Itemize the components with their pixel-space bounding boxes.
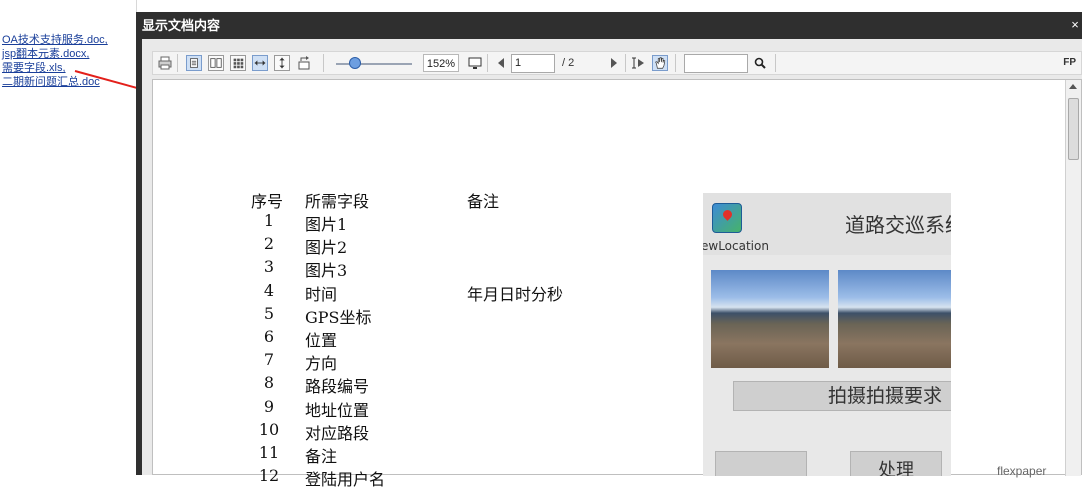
document-page-area[interactable]: 序号 所需字段 备注 1 图片1 2 图片2 3 图片3 4 时间 年月日时分秒 5 GPS坐标 6 位…	[152, 79, 1082, 489]
row-serial: 2	[263, 234, 275, 254]
file-list-panel: OA技术支持服务.doc, jsp翻本元素.docx, 需要字段.xls, 二期…	[0, 0, 137, 475]
zoom-slider-knob[interactable]	[349, 57, 361, 69]
viewer-toolbar: 152% 1 / 2 FP	[152, 51, 1082, 75]
app-bottom-button-right: 处理	[850, 451, 942, 476]
row-serial: 1	[263, 211, 275, 230]
row-field: 时间	[305, 284, 338, 304]
row-serial: 9	[263, 396, 275, 416]
two-page-icon[interactable]	[208, 55, 224, 71]
app-shoot-button: 拍摄拍摄要求	[733, 381, 951, 411]
row-serial: 11	[258, 443, 280, 462]
search-input[interactable]	[684, 54, 748, 73]
row-field: 位置	[305, 331, 338, 350]
document-viewer-dialog: 显示文档内容 × 152% 1 / 2 FP 序号 所需字段 备注 1 图片1 …	[136, 12, 1082, 489]
previous-page-icon[interactable]	[493, 55, 509, 71]
beach-photo-1	[711, 270, 829, 368]
fit-width-icon[interactable]	[252, 55, 268, 71]
scrollbar-thumb[interactable]	[1068, 98, 1079, 160]
app-subtitle: ewLocation	[703, 239, 769, 253]
file-link-jsp-elements[interactable]: jsp翻本元素.docx,	[2, 47, 108, 61]
file-link-phase2-issues[interactable]: 二期新问题汇总.doc	[2, 75, 108, 89]
scroll-up-arrow-icon[interactable]	[1069, 84, 1077, 89]
vertical-scrollbar[interactable]	[1065, 80, 1081, 476]
app-bottom-button-left	[715, 451, 807, 476]
app-title: 道路交巡系统	[845, 213, 951, 237]
rotate-icon[interactable]	[296, 55, 312, 71]
header-field: 所需字段	[305, 192, 370, 211]
row-serial: 5	[263, 303, 275, 323]
header-serial: 序号	[251, 192, 284, 211]
search-icon[interactable]	[752, 55, 768, 71]
print-icon[interactable]	[157, 55, 173, 71]
row-field: 方向	[305, 354, 338, 374]
text-select-icon[interactable]	[630, 55, 646, 71]
beach-photo-2	[838, 270, 951, 368]
flexpaper-watermark: flexpaper	[997, 464, 1047, 478]
row-serial: 8	[263, 373, 275, 393]
single-page-icon[interactable]	[186, 55, 202, 71]
thumbnail-grid-icon[interactable]	[230, 55, 246, 71]
row-field: 备注	[305, 447, 338, 466]
zoom-level-field[interactable]: 152%	[423, 54, 459, 72]
header-note: 备注	[467, 192, 500, 211]
row-field: GPS坐标	[305, 307, 372, 327]
file-link-oa-support[interactable]: OA技术支持服务.doc,	[2, 33, 108, 47]
row-field: 地址位置	[305, 400, 370, 420]
file-link-required-fields[interactable]: 需要字段.xls,	[2, 61, 108, 75]
row-field: 路段编号	[305, 377, 370, 397]
app-screenshot-image: ewLocation 道路交巡系统 拍摄拍摄要求 处理	[703, 193, 951, 476]
fit-height-icon[interactable]	[274, 55, 290, 71]
row-serial: 12	[258, 466, 280, 486]
row-note: 年月日时分秒	[467, 284, 564, 304]
row-serial: 6	[263, 327, 275, 346]
hand-pan-icon[interactable]	[652, 55, 668, 71]
row-serial: 4	[263, 280, 275, 300]
page-number-input[interactable]: 1	[511, 54, 555, 73]
fullscreen-monitor-icon[interactable]	[467, 55, 483, 71]
dialog-title: 显示文档内容	[142, 18, 221, 33]
dialog-body: 152% 1 / 2 FP 序号 所需字段 备注 1 图片1 2 图片2 3 图…	[142, 39, 1082, 489]
row-field: 图片2	[305, 238, 348, 258]
zoom-slider-track[interactable]	[336, 63, 412, 65]
row-serial: 3	[263, 257, 275, 277]
row-field: 图片3	[305, 261, 348, 281]
app-location-icon	[712, 203, 742, 233]
row-serial: 7	[263, 350, 275, 370]
next-page-icon[interactable]	[606, 55, 622, 71]
row-field: 对应路段	[305, 423, 370, 443]
row-field: 登陆用户名	[305, 470, 386, 490]
close-icon[interactable]: ×	[1068, 18, 1082, 32]
row-serial: 10	[258, 419, 280, 439]
page-total: / 2	[562, 57, 575, 69]
file-links: OA技术支持服务.doc, jsp翻本元素.docx, 需要字段.xls, 二期…	[2, 33, 108, 89]
row-field: 图片1	[305, 215, 348, 234]
flexpaper-fp-label[interactable]: FP	[1063, 57, 1076, 68]
